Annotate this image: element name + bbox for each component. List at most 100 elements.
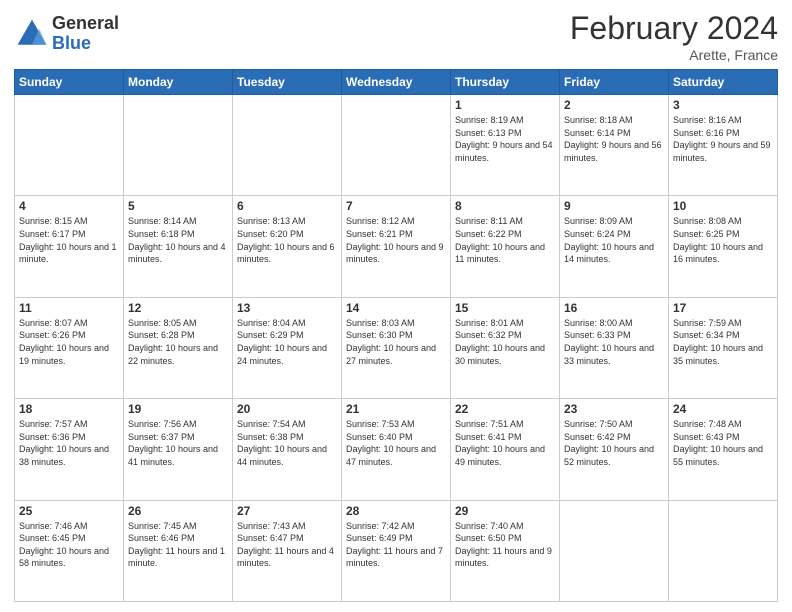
day-number: 17 [673,301,773,315]
day-info: Sunrise: 8:01 AMSunset: 6:32 PMDaylight:… [455,317,555,367]
day-number: 21 [346,402,446,416]
day-info: Sunrise: 7:50 AMSunset: 6:42 PMDaylight:… [564,418,664,468]
logo-blue-text: Blue [52,34,119,54]
day-number: 23 [564,402,664,416]
day-number: 5 [128,199,228,213]
calendar-cell [124,95,233,196]
day-number: 26 [128,504,228,518]
day-info: Sunrise: 7:48 AMSunset: 6:43 PMDaylight:… [673,418,773,468]
day-info: Sunrise: 8:13 AMSunset: 6:20 PMDaylight:… [237,215,337,265]
day-info: Sunrise: 8:16 AMSunset: 6:16 PMDaylight:… [673,114,773,164]
calendar-cell: 12Sunrise: 8:05 AMSunset: 6:28 PMDayligh… [124,297,233,398]
day-number: 4 [19,199,119,213]
calendar-cell: 7 Sunrise: 8:12 AMSunset: 6:21 PMDaylight… [342,196,451,297]
day-info: Sunrise: 7:46 AMSunset: 6:45 PMDaylight:… [19,520,119,570]
day-info: Sunrise: 8:18 AMSunset: 6:14 PMDaylight:… [564,114,664,164]
calendar-cell [233,95,342,196]
day-number: 8 [455,199,555,213]
calendar-cell: 25 Sunrise: 7:46 AMSunset: 6:45 PMDayligh… [15,500,124,601]
header: General Blue February 2024 Arette, Franc… [14,10,778,63]
calendar-cell: 5 Sunrise: 8:14 AMSunset: 6:18 PMDaylight… [124,196,233,297]
day-number: 15 [455,301,555,315]
day-number: 20 [237,402,337,416]
calendar-cell: 1 Sunrise: 8:19 AMSunset: 6:13 PMDaylight… [451,95,560,196]
logo: General Blue [14,14,119,54]
day-info: Sunrise: 8:03 AMSunset: 6:30 PMDaylight:… [346,317,446,367]
calendar-cell: 17 Sunrise: 7:59 AMSunset: 6:34 PMDayligh… [669,297,778,398]
day-info: Sunrise: 8:04 AMSunset: 6:29 PMDaylight:… [237,317,337,367]
calendar-cell: 21Sunrise: 7:53 AMSunset: 6:40 PMDayligh… [342,399,451,500]
logo-icon [14,16,50,52]
day-info: Sunrise: 7:45 AMSunset: 6:46 PMDaylight:… [128,520,228,570]
calendar-cell [669,500,778,601]
day-info: Sunrise: 7:42 AMSunset: 6:49 PMDaylight:… [346,520,446,570]
calendar-cell: 15 Sunrise: 8:01 AMSunset: 6:32 PMDayligh… [451,297,560,398]
calendar-cell [15,95,124,196]
day-number: 22 [455,402,555,416]
calendar-cell: 18 Sunrise: 7:57 AMSunset: 6:36 PMDayligh… [15,399,124,500]
subtitle: Arette, France [570,47,778,63]
day-info: Sunrise: 7:40 AMSunset: 6:50 PMDaylight:… [455,520,555,570]
day-number: 3 [673,98,773,112]
day-info: Sunrise: 7:56 AMSunset: 6:37 PMDaylight:… [128,418,228,468]
calendar-table: SundayMondayTuesdayWednesdayThursdayFrid… [14,69,778,602]
day-info: Sunrise: 8:08 AMSunset: 6:25 PMDaylight:… [673,215,773,265]
week-row-2: 4 Sunrise: 8:15 AMSunset: 6:17 PMDaylight… [15,196,778,297]
day-number: 14 [346,301,446,315]
main-title: February 2024 [570,10,778,47]
page: General Blue February 2024 Arette, Franc… [0,0,792,612]
calendar-cell: 16 Sunrise: 8:00 AMSunset: 6:33 PMDayligh… [560,297,669,398]
day-info: Sunrise: 8:14 AMSunset: 6:18 PMDaylight:… [128,215,228,265]
calendar-cell: 26 Sunrise: 7:45 AMSunset: 6:46 PMDayligh… [124,500,233,601]
calendar-cell: 19 Sunrise: 7:56 AMSunset: 6:37 PMDayligh… [124,399,233,500]
day-number: 28 [346,504,446,518]
day-header-saturday: Saturday [669,70,778,95]
day-number: 25 [19,504,119,518]
day-info: Sunrise: 7:43 AMSunset: 6:47 PMDaylight:… [237,520,337,570]
day-number: 10 [673,199,773,213]
calendar-cell: 27 Sunrise: 7:43 AMSunset: 6:47 PMDayligh… [233,500,342,601]
calendar-cell: 2 Sunrise: 8:18 AMSunset: 6:14 PMDaylight… [560,95,669,196]
day-number: 29 [455,504,555,518]
logo-general-text: General [52,14,119,34]
day-number: 2 [564,98,664,112]
calendar-cell [342,95,451,196]
calendar-cell: 6 Sunrise: 8:13 AMSunset: 6:20 PMDaylight… [233,196,342,297]
day-number: 27 [237,504,337,518]
calendar-cell [560,500,669,601]
calendar-cell: 23 Sunrise: 7:50 AMSunset: 6:42 PMDayligh… [560,399,669,500]
day-info: Sunrise: 7:59 AMSunset: 6:34 PMDaylight:… [673,317,773,367]
day-header-monday: Monday [124,70,233,95]
week-row-3: 11Sunrise: 8:07 AMSunset: 6:26 PMDayligh… [15,297,778,398]
day-number: 18 [19,402,119,416]
day-number: 16 [564,301,664,315]
calendar-cell: 4 Sunrise: 8:15 AMSunset: 6:17 PMDaylight… [15,196,124,297]
calendar-cell: 14 Sunrise: 8:03 AMSunset: 6:30 PMDayligh… [342,297,451,398]
calendar-cell: 9Sunrise: 8:09 AMSunset: 6:24 PMDaylight… [560,196,669,297]
calendar-cell: 3 Sunrise: 8:16 AMSunset: 6:16 PMDaylight… [669,95,778,196]
calendar-cell: 24Sunrise: 7:48 AMSunset: 6:43 PMDayligh… [669,399,778,500]
calendar-cell: 11Sunrise: 8:07 AMSunset: 6:26 PMDayligh… [15,297,124,398]
calendar-header-row: SundayMondayTuesdayWednesdayThursdayFrid… [15,70,778,95]
day-number: 19 [128,402,228,416]
day-header-sunday: Sunday [15,70,124,95]
day-info: Sunrise: 8:15 AMSunset: 6:17 PMDaylight:… [19,215,119,265]
day-info: Sunrise: 8:12 AMSunset: 6:21 PMDaylight:… [346,215,446,265]
calendar-cell: 20 Sunrise: 7:54 AMSunset: 6:38 PMDayligh… [233,399,342,500]
day-info: Sunrise: 8:19 AMSunset: 6:13 PMDaylight:… [455,114,555,164]
day-header-friday: Friday [560,70,669,95]
day-number: 9 [564,199,664,213]
calendar-cell: 10 Sunrise: 8:08 AMSunset: 6:25 PMDayligh… [669,196,778,297]
day-info: Sunrise: 8:07 AMSunset: 6:26 PMDaylight:… [19,317,119,367]
day-info: Sunrise: 7:54 AMSunset: 6:38 PMDaylight:… [237,418,337,468]
calendar-cell: 29 Sunrise: 7:40 AMSunset: 6:50 PMDayligh… [451,500,560,601]
day-number: 1 [455,98,555,112]
day-info: Sunrise: 7:51 AMSunset: 6:41 PMDaylight:… [455,418,555,468]
day-number: 7 [346,199,446,213]
day-info: Sunrise: 8:00 AMSunset: 6:33 PMDaylight:… [564,317,664,367]
day-info: Sunrise: 7:57 AMSunset: 6:36 PMDaylight:… [19,418,119,468]
day-header-thursday: Thursday [451,70,560,95]
week-row-4: 18 Sunrise: 7:57 AMSunset: 6:36 PMDayligh… [15,399,778,500]
calendar-cell: 28 Sunrise: 7:42 AMSunset: 6:49 PMDayligh… [342,500,451,601]
day-number: 6 [237,199,337,213]
